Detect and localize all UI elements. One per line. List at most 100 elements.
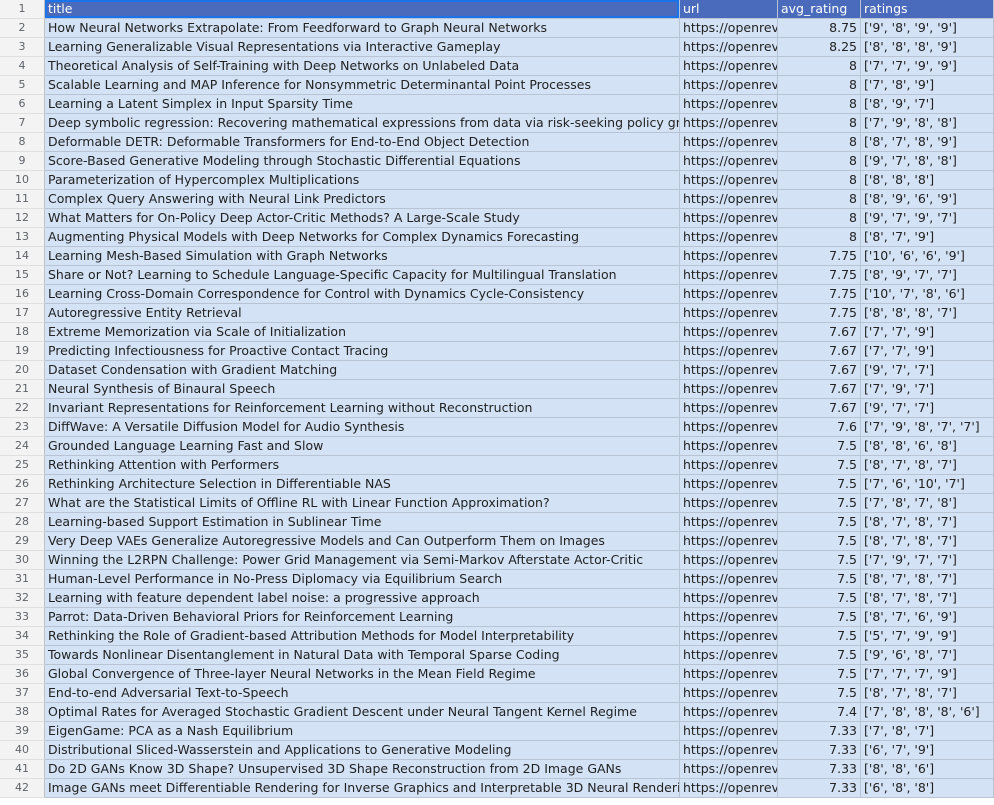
title-cell[interactable]: Parameterization of Hypercomplex Multipl… <box>45 171 680 190</box>
avg-rating-cell[interactable]: 7.5 <box>778 513 861 532</box>
row-header-2[interactable]: 2 <box>0 19 45 38</box>
avg-rating-cell[interactable]: 7.5 <box>778 589 861 608</box>
title-cell[interactable]: Do 2D GANs Know 3D Shape? Unsupervised 3… <box>45 760 680 779</box>
row-header-15[interactable]: 15 <box>0 266 45 285</box>
url-cell[interactable]: https://openrevi <box>680 152 778 171</box>
ratings-cell[interactable]: ['8', '8', '8'] <box>861 171 994 190</box>
title-cell[interactable]: Predicting Infectiousness for Proactive … <box>45 342 680 361</box>
title-cell[interactable]: Deep symbolic regression: Recovering mat… <box>45 114 680 133</box>
url-cell[interactable]: https://openrevi <box>680 627 778 646</box>
ratings-cell[interactable]: ['9', '7', '7'] <box>861 361 994 380</box>
ratings-cell[interactable]: ['7', '6', '10', '7'] <box>861 475 994 494</box>
title-cell[interactable]: Deformable DETR: Deformable Transformers… <box>45 133 680 152</box>
avg-rating-cell[interactable]: 7.5 <box>778 684 861 703</box>
ratings-cell[interactable]: ['9', '7', '8', '8'] <box>861 152 994 171</box>
ratings-cell[interactable]: ['8', '7', '8', '7'] <box>861 532 994 551</box>
avg-rating-cell[interactable]: 8 <box>778 76 861 95</box>
row-header-39[interactable]: 39 <box>0 722 45 741</box>
title-cell[interactable]: Autoregressive Entity Retrieval <box>45 304 680 323</box>
row-header-21[interactable]: 21 <box>0 380 45 399</box>
row-header-5[interactable]: 5 <box>0 76 45 95</box>
row-header-26[interactable]: 26 <box>0 475 45 494</box>
ratings-cell[interactable]: ['10', '7', '8', '6'] <box>861 285 994 304</box>
ratings-cell[interactable]: ['8', '7', '8', '7'] <box>861 513 994 532</box>
url-cell[interactable]: https://openrevi <box>680 665 778 684</box>
ratings-cell[interactable]: ['8', '7', '8', '7'] <box>861 684 994 703</box>
avg-rating-cell[interactable]: 7.5 <box>778 627 861 646</box>
url-cell[interactable]: https://openrevi <box>680 475 778 494</box>
title-cell[interactable]: How Neural Networks Extrapolate: From Fe… <box>45 19 680 38</box>
avg-rating-cell[interactable]: 8 <box>778 228 861 247</box>
avg-rating-cell[interactable]: 7.5 <box>778 475 861 494</box>
row-header-30[interactable]: 30 <box>0 551 45 570</box>
row-header-36[interactable]: 36 <box>0 665 45 684</box>
row-header-31[interactable]: 31 <box>0 570 45 589</box>
title-cell[interactable]: Global Convergence of Three-layer Neural… <box>45 665 680 684</box>
ratings-cell[interactable]: ['8', '8', '6', '8'] <box>861 437 994 456</box>
ratings-cell[interactable]: ['7', '8', '8', '8', '6'] <box>861 703 994 722</box>
ratings-cell[interactable]: ['8', '9', '7', '7'] <box>861 266 994 285</box>
ratings-cell[interactable]: ['6', '8', '8'] <box>861 779 994 798</box>
avg-rating-cell[interactable]: 7.67 <box>778 323 861 342</box>
row-header-9[interactable]: 9 <box>0 152 45 171</box>
url-cell[interactable]: https://openrevi <box>680 779 778 798</box>
title-cell[interactable]: What are the Statistical Limits of Offli… <box>45 494 680 513</box>
avg-rating-cell[interactable]: 7.33 <box>778 741 861 760</box>
title-cell[interactable]: Neural Synthesis of Binaural Speech <box>45 380 680 399</box>
url-cell[interactable]: https://openrevi <box>680 57 778 76</box>
row-header-13[interactable]: 13 <box>0 228 45 247</box>
row-header-41[interactable]: 41 <box>0 760 45 779</box>
row-header-6[interactable]: 6 <box>0 95 45 114</box>
ratings-cell[interactable]: ['8', '8', '8', '7'] <box>861 304 994 323</box>
row-header-24[interactable]: 24 <box>0 437 45 456</box>
title-cell[interactable]: Theoretical Analysis of Self-Training wi… <box>45 57 680 76</box>
title-cell[interactable]: Parrot: Data-Driven Behavioral Priors fo… <box>45 608 680 627</box>
row-header-37[interactable]: 37 <box>0 684 45 703</box>
avg-rating-cell[interactable]: 7.67 <box>778 380 861 399</box>
url-cell[interactable]: https://openrevi <box>680 76 778 95</box>
row-header-10[interactable]: 10 <box>0 171 45 190</box>
row-header-11[interactable]: 11 <box>0 190 45 209</box>
ratings-cell[interactable]: ['8', '9', '7'] <box>861 95 994 114</box>
url-cell[interactable]: https://openrevi <box>680 646 778 665</box>
url-cell[interactable]: https://openrevi <box>680 171 778 190</box>
title-cell[interactable]: Scalable Learning and MAP Inference for … <box>45 76 680 95</box>
avg-rating-cell[interactable]: 7.67 <box>778 361 861 380</box>
ratings-cell[interactable]: ['7', '7', '9'] <box>861 342 994 361</box>
url-cell[interactable]: https://openrevi <box>680 361 778 380</box>
row-header-4[interactable]: 4 <box>0 57 45 76</box>
avg-rating-cell[interactable]: 7.5 <box>778 551 861 570</box>
url-cell[interactable]: https://openrevi <box>680 266 778 285</box>
url-cell[interactable]: https://openrevi <box>680 38 778 57</box>
avg-rating-cell[interactable]: 7.75 <box>778 266 861 285</box>
avg-rating-cell[interactable]: 7.75 <box>778 304 861 323</box>
row-header-14[interactable]: 14 <box>0 247 45 266</box>
ratings-cell[interactable]: ['5', '7', '9', '9'] <box>861 627 994 646</box>
title-cell[interactable]: End-to-end Adversarial Text-to-Speech <box>45 684 680 703</box>
ratings-cell[interactable]: ['7', '8', '9'] <box>861 76 994 95</box>
url-cell[interactable]: https://openrevi <box>680 532 778 551</box>
ratings-cell[interactable]: ['9', '7', '7'] <box>861 399 994 418</box>
ratings-cell[interactable]: ['7', '7', '7', '9'] <box>861 665 994 684</box>
url-cell[interactable]: https://openrevi <box>680 190 778 209</box>
title-cell[interactable]: Learning with feature dependent label no… <box>45 589 680 608</box>
row-header-40[interactable]: 40 <box>0 741 45 760</box>
avg-rating-cell[interactable]: 7.75 <box>778 285 861 304</box>
row-header-29[interactable]: 29 <box>0 532 45 551</box>
avg-rating-cell[interactable]: 7.5 <box>778 456 861 475</box>
ratings-cell[interactable]: ['8', '7', '6', '9'] <box>861 608 994 627</box>
title-cell[interactable]: Invariant Representations for Reinforcem… <box>45 399 680 418</box>
avg-rating-cell[interactable]: 7.5 <box>778 665 861 684</box>
url-cell[interactable]: https://openrevi <box>680 342 778 361</box>
avg-rating-cell[interactable]: 7.33 <box>778 722 861 741</box>
row-header-3[interactable]: 3 <box>0 38 45 57</box>
url-cell[interactable]: https://openrevi <box>680 741 778 760</box>
url-cell[interactable]: https://openrevi <box>680 418 778 437</box>
avg-rating-cell[interactable]: 7.5 <box>778 608 861 627</box>
ratings-cell[interactable]: ['8', '7', '9'] <box>861 228 994 247</box>
avg-rating-cell[interactable]: 8 <box>778 171 861 190</box>
url-cell[interactable]: https://openrevi <box>680 209 778 228</box>
url-cell[interactable]: https://openrevi <box>680 570 778 589</box>
title-cell[interactable]: Learning-based Support Estimation in Sub… <box>45 513 680 532</box>
title-cell[interactable]: Rethinking Architecture Selection in Dif… <box>45 475 680 494</box>
